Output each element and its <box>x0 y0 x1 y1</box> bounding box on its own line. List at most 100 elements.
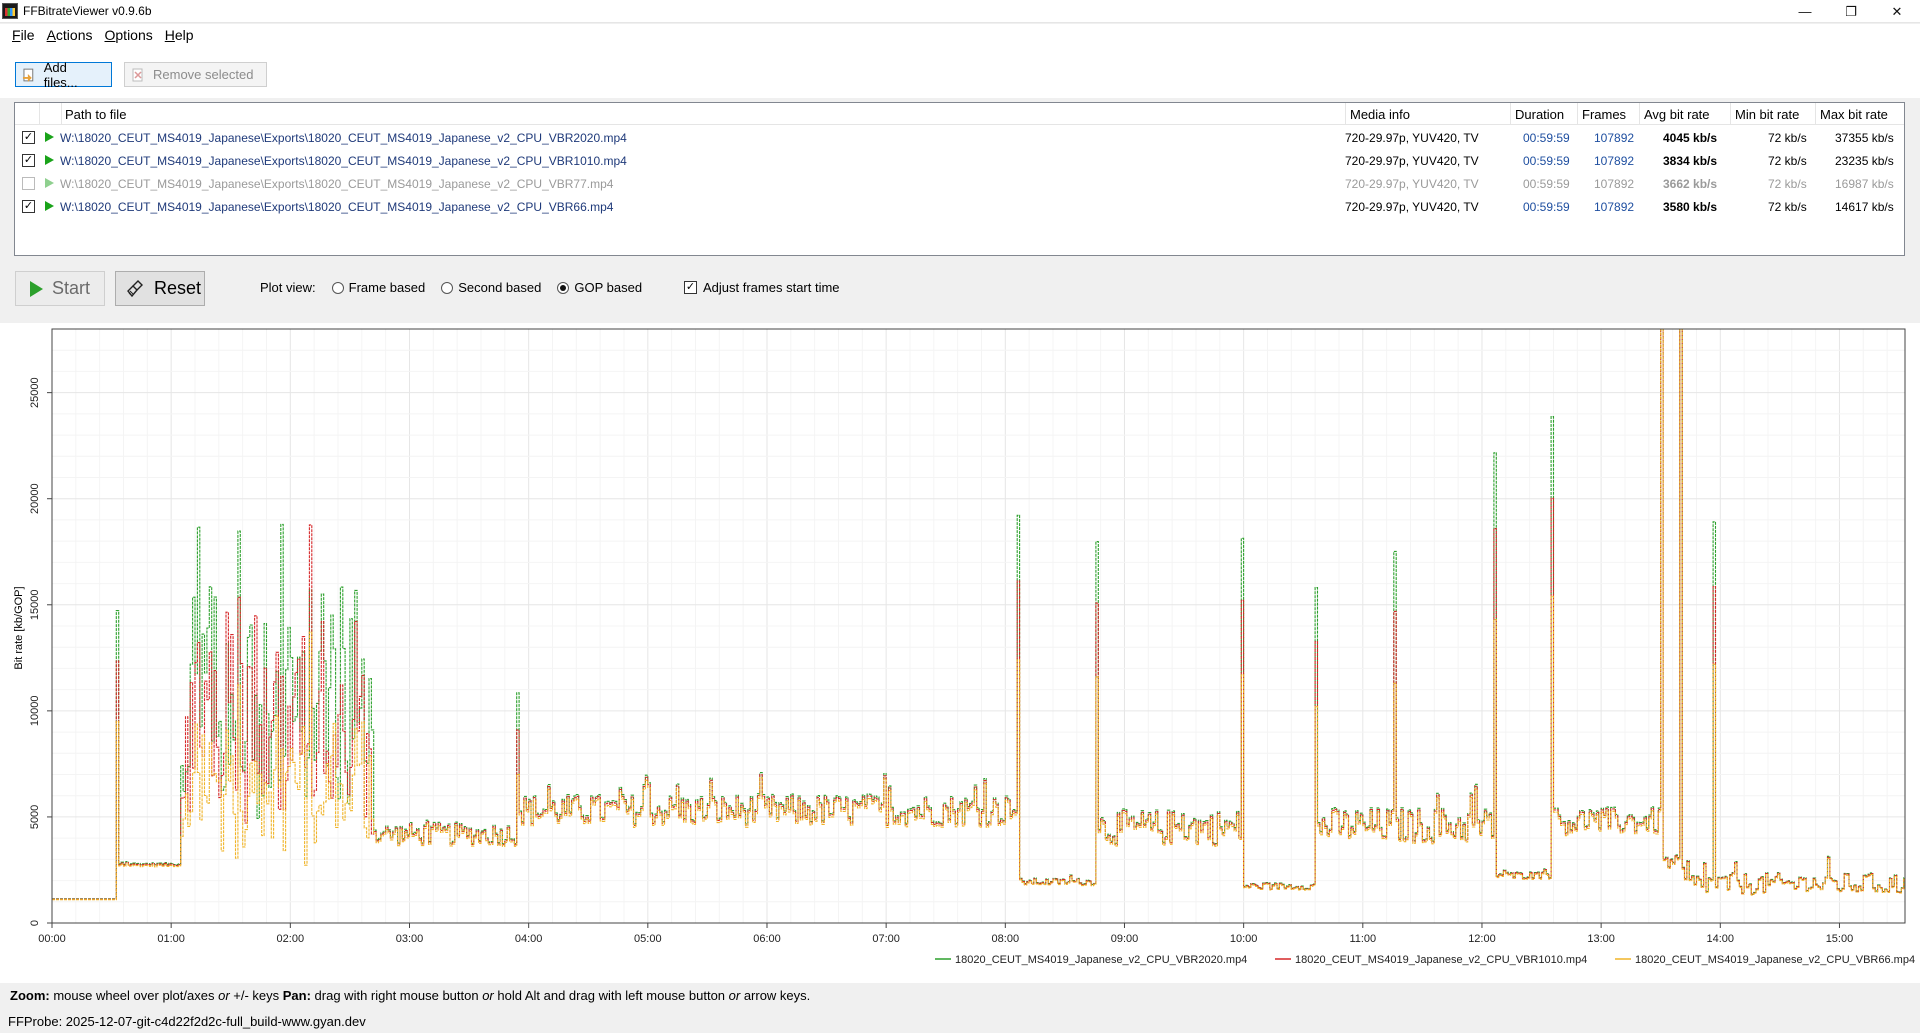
menu-file-accel: F <box>12 27 21 43</box>
menu-options-label: ptions <box>115 27 153 43</box>
menu-options-accel: O <box>104 27 116 43</box>
radio-second-based[interactable]: Second based <box>441 280 541 295</box>
column-duration[interactable]: Duration <box>1515 107 1564 122</box>
play-icon[interactable] <box>45 155 54 165</box>
legend-label: 18020_CEUT_MS4019_Japanese_v2_CPU_VBR66.… <box>1635 954 1915 966</box>
reset-label: Reset <box>154 278 202 298</box>
y-tick-label: 0 <box>29 920 41 926</box>
file-row[interactable]: W:\18020_CEUT_MS4019_Japanese\Exports\18… <box>15 172 1904 195</box>
file-row-checkbox[interactable]: ✓ <box>22 154 35 167</box>
x-tick-label: 01:00 <box>157 933 185 945</box>
menu-file[interactable]: File <box>6 27 41 43</box>
radio-indicator <box>331 281 344 294</box>
start-label: Start <box>52 278 91 298</box>
y-axis-label: Bit rate [kb/GOP] <box>13 586 25 669</box>
restore-icon[interactable]: ❐ <box>1828 0 1874 23</box>
file-frames: 107892 <box>1594 154 1635 168</box>
ffprobe-version: FFProbe: 2025-12-07-git-c4d22f2d2c-full_… <box>8 1014 366 1029</box>
remove-file-icon <box>132 68 143 81</box>
start-button[interactable]: Start <box>15 271 105 306</box>
x-tick-label: 00:00 <box>38 933 66 945</box>
bitrate-chart[interactable]: 00:00 01:00 02:00 03:00 04:00 05:00 06:00 07:00… <box>0 323 1920 983</box>
app-window: FFBitrateViewer v0.9.6b — ❐ ✕ File Actio… <box>0 0 1920 1033</box>
menu-actions[interactable]: Actions <box>41 27 99 43</box>
y-tick-label: 15000 <box>29 589 41 620</box>
file-duration: 00:59:59 <box>1523 200 1570 214</box>
file-row-checkbox[interactable]: ✓ <box>22 131 35 144</box>
column-separator <box>1815 103 1816 125</box>
column-separator <box>39 103 40 125</box>
app-icon <box>2 3 18 19</box>
radio-label: Second based <box>458 280 542 295</box>
hint-pan-text-2: hold Alt and drag with left mouse button <box>493 988 729 1003</box>
minimize-icon[interactable]: — <box>1782 0 1828 23</box>
close-icon[interactable]: ✕ <box>1874 0 1920 23</box>
window-title: FFBitrateViewer v0.9.6b <box>23 4 152 18</box>
legend-label: 18020_CEUT_MS4019_Japanese_v2_CPU_VBR202… <box>955 954 1247 966</box>
title-bar[interactable]: FFBitrateViewer v0.9.6b — ❐ ✕ <box>0 0 1920 23</box>
file-max-bit-rate: 23235 kb/s <box>1835 154 1894 168</box>
x-tick-label: 09:00 <box>1111 933 1139 945</box>
menu-actions-label: ctions <box>55 27 93 43</box>
column-separator <box>1730 103 1731 125</box>
checkbox-indicator: ✓ <box>684 281 697 294</box>
file-row[interactable]: ✓ W:\18020_CEUT_MS4019_Japanese\Exports\… <box>15 149 1904 172</box>
file-row-checkbox[interactable] <box>22 177 35 190</box>
hint-pan-label: Pan: <box>282 988 311 1003</box>
add-files-button[interactable]: Add files... <box>15 60 112 90</box>
file-avg-bit-rate: 3662 kb/s <box>1663 177 1718 191</box>
menu-options[interactable]: Options <box>99 27 159 43</box>
file-media-info: 720-29.97p, YUV420, TV <box>1345 131 1479 145</box>
file-list[interactable]: Path to file Media info Duration Frames … <box>14 102 1905 256</box>
radio-gop-based[interactable]: GOP based <box>557 280 642 295</box>
x-tick-label: 10:00 <box>1230 933 1258 945</box>
play-icon[interactable] <box>45 178 54 188</box>
x-tick-label: 03:00 <box>396 933 424 945</box>
file-min-bit-rate: 72 kb/s <box>1768 177 1807 191</box>
column-max-bit-rate[interactable]: Max bit rate <box>1820 107 1888 122</box>
file-row-checkbox[interactable]: ✓ <box>22 200 35 213</box>
remove-selected-button[interactable]: Remove selected <box>124 62 267 87</box>
plot-view-label: Plot view: <box>260 280 316 295</box>
x-tick-label: 14:00 <box>1707 933 1735 945</box>
file-avg-bit-rate: 3834 kb/s <box>1663 154 1718 168</box>
menu-bar: File Actions Options Help <box>0 24 1920 46</box>
x-tick-label: 06:00 <box>753 933 781 945</box>
file-row[interactable]: ✓ W:\18020_CEUT_MS4019_Japanese\Exports\… <box>15 195 1904 218</box>
plot-toolbar: Start Reset Plot view: Frame based Secon… <box>0 262 1920 322</box>
play-icon[interactable] <box>45 201 54 211</box>
hint-zoom-text: mouse wheel over plot/axes <box>49 988 219 1003</box>
add-file-icon <box>22 68 34 82</box>
menu-actions-accel: A <box>46 27 56 43</box>
column-frames[interactable]: Frames <box>1582 107 1626 122</box>
column-separator <box>1577 103 1578 125</box>
file-min-bit-rate: 72 kb/s <box>1768 154 1807 168</box>
y-tick-label: 5000 <box>29 805 41 829</box>
file-avg-bit-rate: 4045 kb/s <box>1663 131 1718 145</box>
radio-frame-based[interactable]: Frame based <box>331 280 426 295</box>
play-icon[interactable] <box>45 132 54 142</box>
file-duration: 00:59:59 <box>1523 131 1570 145</box>
column-path[interactable]: Path to file <box>65 107 126 122</box>
column-separator <box>1345 103 1346 125</box>
file-path: W:\18020_CEUT_MS4019_Japanese\Exports\18… <box>60 154 627 168</box>
adjust-start-time-checkbox[interactable]: ✓ Adjust frames start time <box>684 280 840 295</box>
column-avg-bit-rate[interactable]: Avg bit rate <box>1644 107 1710 122</box>
broom-icon <box>127 279 143 297</box>
hint-zoom-label: Zoom: <box>10 988 50 1003</box>
x-tick-label: 07:00 <box>872 933 900 945</box>
reset-button[interactable]: Reset <box>115 271 205 306</box>
file-path: W:\18020_CEUT_MS4019_Japanese\Exports\18… <box>60 177 614 191</box>
x-tick-label: 15:00 <box>1826 933 1854 945</box>
file-list-header: Path to file Media info Duration Frames … <box>15 103 1904 125</box>
menu-help-label: elp <box>174 27 194 43</box>
column-min-bit-rate[interactable]: Min bit rate <box>1735 107 1799 122</box>
file-row[interactable]: ✓ W:\18020_CEUT_MS4019_Japanese\Exports\… <box>15 126 1904 149</box>
menu-help[interactable]: Help <box>159 27 200 43</box>
hint-zoom-keys: +/- keys <box>229 988 283 1003</box>
column-media-info[interactable]: Media info <box>1350 107 1410 122</box>
play-icon <box>30 280 43 297</box>
file-toolbar: Add files... Remove selected <box>0 46 1920 98</box>
legend-label: 18020_CEUT_MS4019_Japanese_v2_CPU_VBR101… <box>1295 954 1587 966</box>
radio-label: Frame based <box>348 280 426 295</box>
